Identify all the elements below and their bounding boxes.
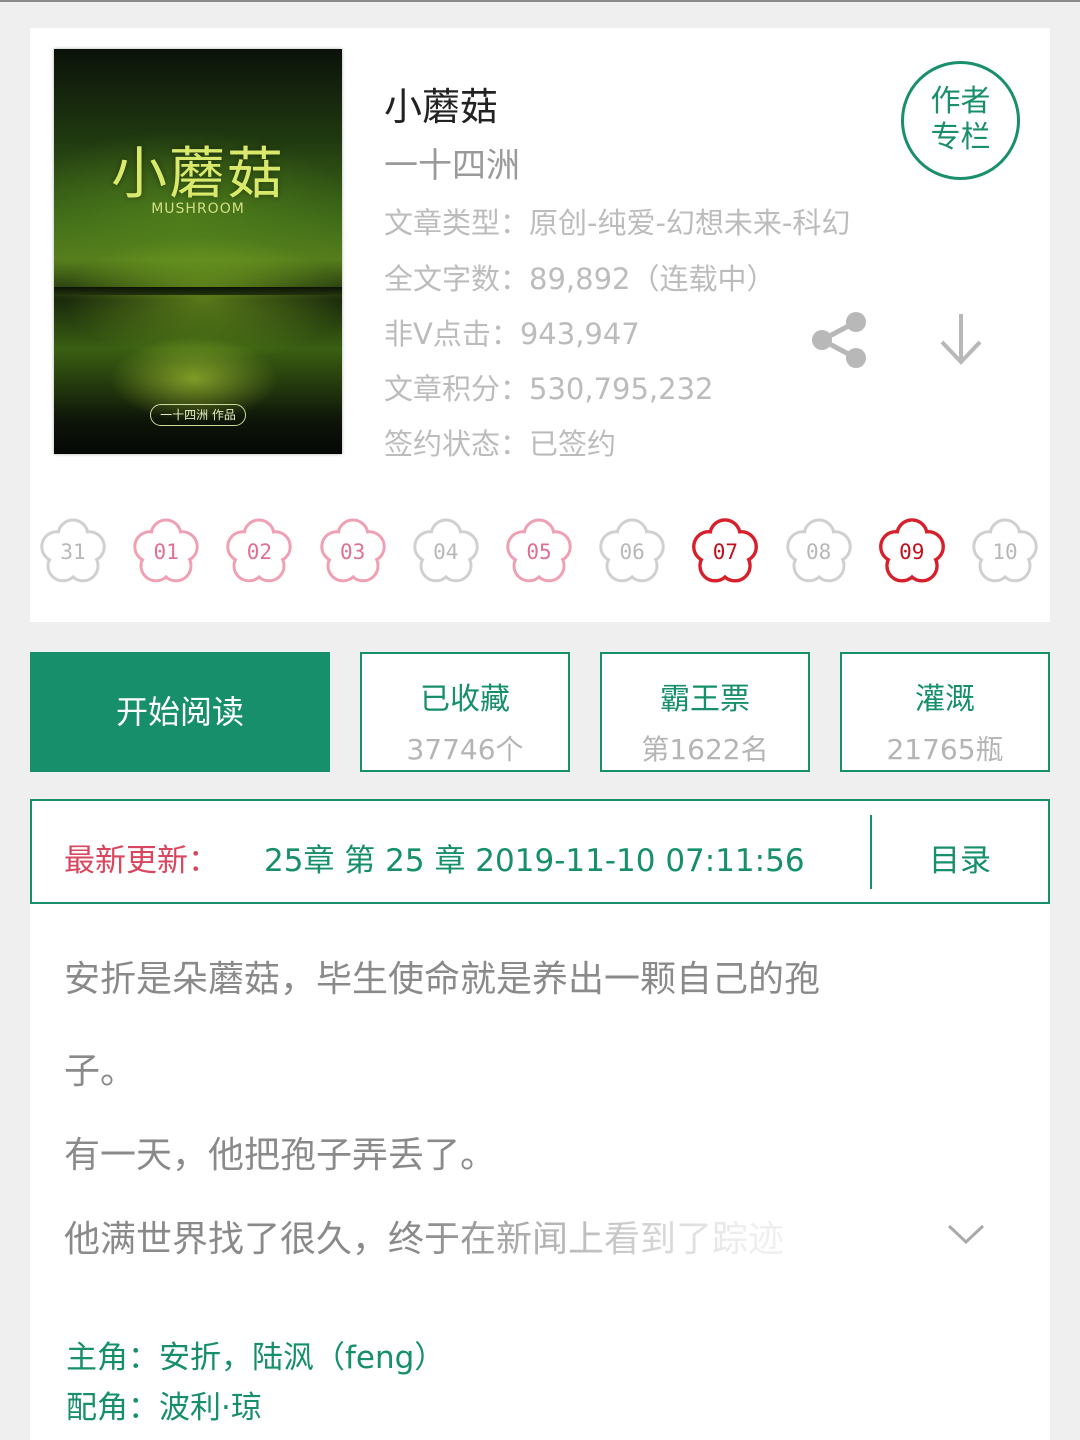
book-title: 小蘑菇 bbox=[384, 85, 499, 129]
flower-icon[interactable]: 02 bbox=[221, 514, 297, 590]
collect-label: 已收藏 bbox=[420, 682, 510, 717]
table-of-contents-link[interactable]: 目录 bbox=[870, 835, 1050, 880]
description-line: 子。 bbox=[64, 1051, 137, 1092]
description-fade bbox=[410, 1194, 1010, 1264]
flower-icon[interactable]: 05 bbox=[501, 514, 577, 590]
book-cover[interactable]: 小蘑菇 MUSHROOM 一十四洲 作品 bbox=[54, 49, 342, 454]
flower-day-label: 07 bbox=[712, 540, 739, 564]
description-line: 有一天，他把孢子弄丢了。 bbox=[64, 1135, 497, 1176]
flower-icon[interactable]: 01 bbox=[128, 514, 204, 590]
water-count: 21765瓶 bbox=[886, 733, 1004, 766]
water-label: 灌溉 bbox=[915, 682, 975, 717]
start-reading-button[interactable]: 开始阅读 bbox=[30, 652, 330, 772]
vote-button[interactable]: 霸王票 第1622名 bbox=[600, 652, 810, 772]
flower-icon[interactable]: 07 bbox=[687, 514, 763, 590]
flower-icon[interactable]: 08 bbox=[781, 514, 857, 590]
flower-icon[interactable]: 31 bbox=[35, 514, 111, 590]
cover-title: 小蘑菇 bbox=[111, 142, 285, 207]
book-author[interactable]: 一十四洲 bbox=[384, 138, 520, 187]
top-divider bbox=[0, 0, 1080, 2]
flower-icon[interactable]: 10 bbox=[967, 514, 1043, 590]
flower-day-label: 04 bbox=[433, 540, 459, 564]
vote-rank: 第1622名 bbox=[641, 733, 769, 766]
main-characters: 主角：安折，陆沨（feng） bbox=[66, 1340, 446, 1376]
share-icon[interactable] bbox=[808, 308, 872, 372]
meta-sign-status: 签约状态：已签约 bbox=[384, 427, 617, 461]
flower-day-label: 05 bbox=[526, 540, 552, 564]
author-badge-line1: 作者 bbox=[930, 84, 991, 119]
flower-day-label: 02 bbox=[246, 540, 273, 564]
author-column-button[interactable]: 作者 专栏 bbox=[901, 61, 1020, 180]
flower-day-label: 09 bbox=[899, 540, 925, 564]
flower-day-label: 01 bbox=[153, 540, 179, 564]
meta-word-count: 全文字数：89,892（连载中） bbox=[384, 262, 776, 296]
flower-day-label: 10 bbox=[992, 540, 1018, 564]
cover-horizon bbox=[54, 287, 342, 295]
flower-icon[interactable]: 06 bbox=[594, 514, 670, 590]
flower-day-label: 31 bbox=[60, 540, 86, 564]
latest-chapter-link[interactable]: 25章 第 25 章 2019-11-10 07:11:56 bbox=[264, 835, 864, 880]
collect-button[interactable]: 已收藏 37746个 bbox=[360, 652, 570, 772]
flower-day-label: 06 bbox=[619, 540, 645, 564]
collect-count: 37746个 bbox=[406, 733, 524, 766]
latest-update-bar: 最新更新： 25章 第 25 章 2019-11-10 07:11:56 目录 bbox=[30, 799, 1050, 904]
cover-subtitle: MUSHROOM bbox=[151, 201, 245, 217]
meta-score: 文章积分：530,795,232 bbox=[384, 372, 714, 406]
book-description: 安折是朵蘑菇，毕生使命就是养出一颗自己的孢 子。 有一天，他把孢子弄丢了。 他满… bbox=[30, 904, 1050, 1440]
flower-icon[interactable]: 09 bbox=[874, 514, 950, 590]
chevron-down-icon[interactable] bbox=[946, 1222, 986, 1246]
download-icon[interactable] bbox=[936, 310, 986, 368]
latest-update-label: 最新更新： bbox=[64, 843, 219, 879]
flower-day-label: 08 bbox=[805, 540, 832, 564]
meta-type: 文章类型：原创-纯爱-幻想未来-科幻 bbox=[384, 206, 851, 240]
flower-icon[interactable]: 03 bbox=[315, 514, 391, 590]
flower-icon[interactable]: 04 bbox=[408, 514, 484, 590]
meta-clicks: 非V点击：943,947 bbox=[384, 317, 640, 351]
author-badge-line2: 专栏 bbox=[930, 120, 991, 155]
cover-author: 一十四洲 作品 bbox=[150, 404, 246, 426]
flower-day-label: 03 bbox=[339, 540, 366, 564]
description-line: 安折是朵蘑菇，毕生使命就是养出一颗自己的孢 bbox=[64, 959, 821, 1000]
supporting-characters: 配角：波利·琼 bbox=[66, 1390, 262, 1426]
vote-label: 霸王票 bbox=[660, 682, 750, 717]
water-button[interactable]: 灌溉 21765瓶 bbox=[840, 652, 1050, 772]
daily-flower-row: 31 01 02 03 04 05 06 07 08 09 10 bbox=[30, 514, 1050, 594]
book-info-card: 小蘑菇 MUSHROOM 一十四洲 作品 小蘑菇 一十四洲 文章类型：原创-纯爱… bbox=[30, 28, 1050, 622]
